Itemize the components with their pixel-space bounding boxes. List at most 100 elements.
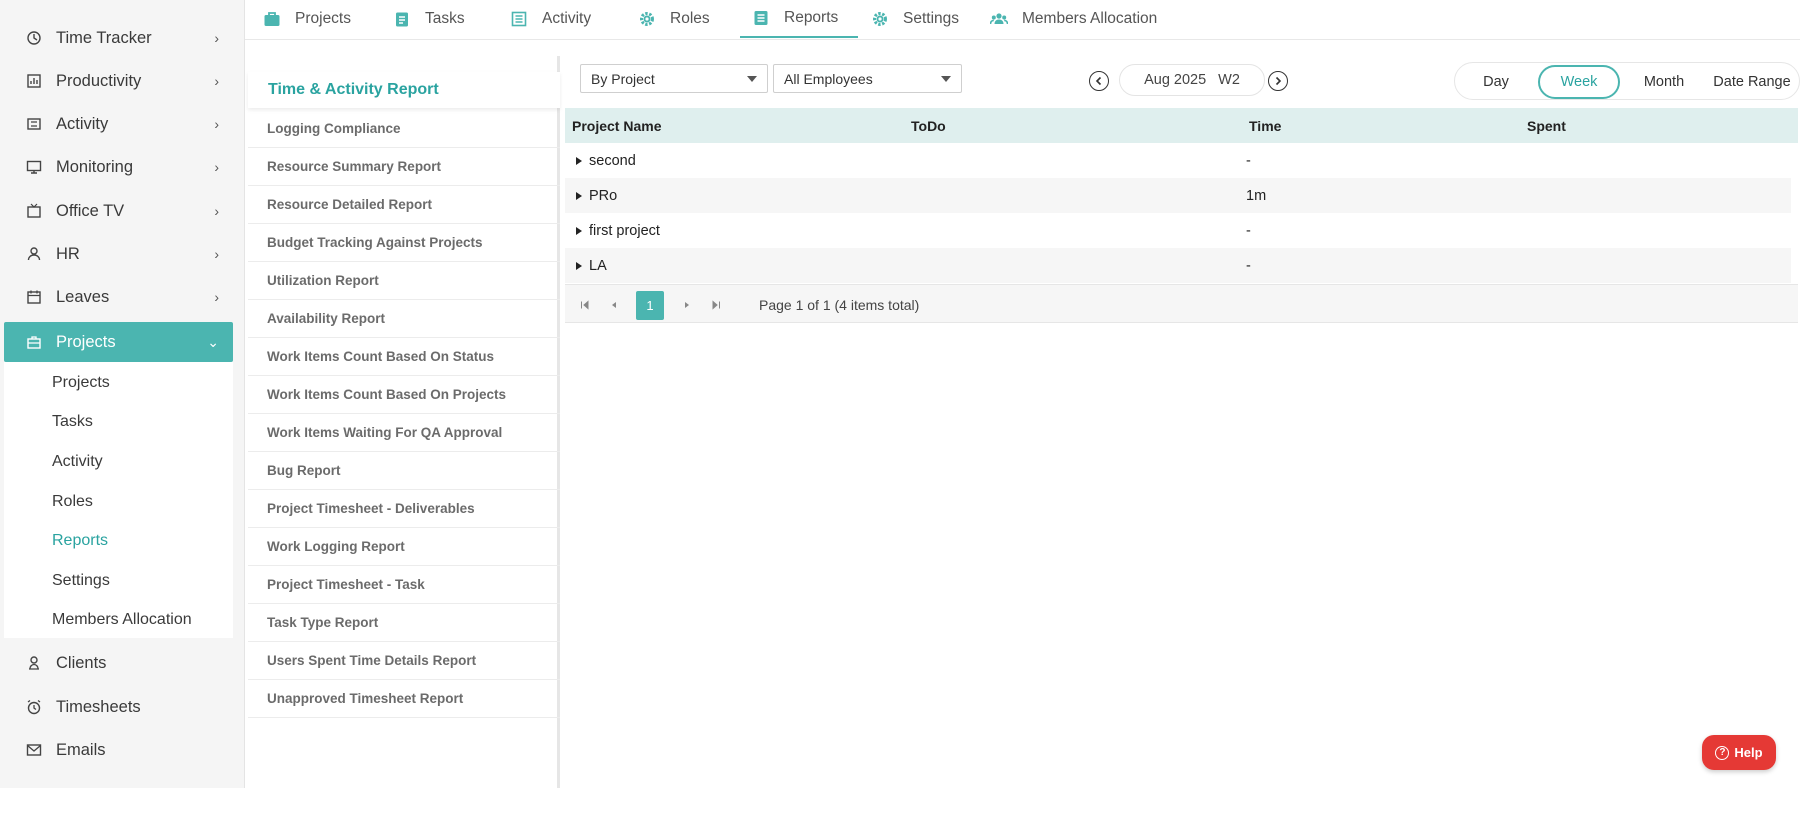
column-header-time[interactable]: Time bbox=[1249, 108, 1281, 143]
submenu-item-tasks[interactable]: Tasks bbox=[52, 413, 93, 431]
report-item-bug-report[interactable]: Bug Report bbox=[248, 452, 560, 490]
column-header-project-name[interactable]: Project Name bbox=[572, 108, 661, 143]
report-item-work-items-projects[interactable]: Work Items Count Based On Projects bbox=[248, 376, 560, 414]
project-name-cell: second bbox=[589, 152, 636, 169]
first-page-icon[interactable] bbox=[579, 299, 591, 311]
report-item-timesheet-deliverables[interactable]: Project Timesheet - Deliverables bbox=[248, 490, 560, 528]
submenu-item-activity[interactable]: Activity bbox=[52, 453, 103, 471]
expand-row-icon[interactable] bbox=[576, 192, 582, 200]
previous-page-icon[interactable] bbox=[608, 299, 620, 311]
table-row[interactable]: PRo 1m bbox=[565, 178, 1791, 213]
sidebar-item-leaves[interactable]: Leaves › bbox=[4, 277, 233, 317]
time-cell: - bbox=[1246, 152, 1251, 169]
tab-reports[interactable]: Reports bbox=[740, 0, 858, 38]
report-item-work-items-qa[interactable]: Work Items Waiting For QA Approval bbox=[248, 414, 560, 452]
tab-projects[interactable]: Projects bbox=[263, 0, 351, 38]
sidebar-item-timesheets[interactable]: Timesheets bbox=[4, 687, 233, 727]
submenu-item-members-allocation[interactable]: Members Allocation bbox=[52, 611, 192, 629]
table-row[interactable]: second - bbox=[565, 143, 1791, 178]
pager-info: Page 1 of 1 (4 items total) bbox=[759, 296, 920, 313]
tab-label: Members Allocation bbox=[1022, 10, 1158, 27]
chevron-right-icon: › bbox=[214, 73, 219, 89]
tab-roles[interactable]: Roles bbox=[638, 0, 710, 38]
sidebar-item-time-tracker[interactable]: Time Tracker › bbox=[4, 18, 233, 58]
report-item-unapproved-timesheet[interactable]: Unapproved Timesheet Report bbox=[248, 680, 560, 718]
tab-label: Roles bbox=[670, 10, 710, 27]
report-item-work-items-status[interactable]: Work Items Count Based On Status bbox=[248, 338, 560, 376]
monitor-icon bbox=[26, 159, 42, 175]
time-cell: - bbox=[1246, 257, 1251, 274]
report-item-utilization[interactable]: Utilization Report bbox=[248, 262, 560, 300]
mode-day-button[interactable]: Day bbox=[1463, 65, 1529, 99]
help-label: Help bbox=[1734, 745, 1763, 760]
report-item-budget-tracking[interactable]: Budget Tracking Against Projects bbox=[248, 224, 560, 262]
expand-row-icon[interactable] bbox=[576, 157, 582, 165]
sidebar-item-label: Time Tracker bbox=[56, 28, 152, 47]
current-page-button[interactable]: 1 bbox=[636, 291, 664, 320]
sidebar-item-label: Office TV bbox=[56, 201, 125, 220]
tab-label: Reports bbox=[784, 9, 839, 26]
group-by-select[interactable]: By Project bbox=[580, 64, 768, 93]
submenu-item-roles[interactable]: Roles bbox=[52, 493, 93, 511]
column-header-todo[interactable]: ToDo bbox=[911, 108, 946, 143]
report-item-users-spent-time[interactable]: Users Spent Time Details Report bbox=[248, 642, 560, 680]
projects-submenu: Projects Tasks Activity Roles Reports Se… bbox=[4, 362, 233, 638]
submenu-item-reports[interactable]: Reports bbox=[52, 532, 108, 550]
chevron-right-icon: › bbox=[214, 30, 219, 46]
sidebar-item-label: Activity bbox=[56, 114, 109, 133]
help-button[interactable]: ? Help bbox=[1702, 735, 1776, 770]
tv-icon bbox=[26, 203, 42, 219]
employees-select[interactable]: All Employees bbox=[773, 64, 962, 93]
sidebar-item-projects[interactable]: Projects ⌄ bbox=[4, 322, 233, 362]
table-row[interactable]: LA - bbox=[565, 248, 1791, 283]
report-item-work-logging[interactable]: Work Logging Report bbox=[248, 528, 560, 566]
next-page-icon[interactable] bbox=[681, 299, 693, 311]
report-item-logging-compliance[interactable]: Logging Compliance bbox=[248, 110, 560, 148]
mode-date-range-button[interactable]: Date Range bbox=[1707, 65, 1797, 99]
briefcase-icon bbox=[263, 10, 281, 28]
report-item-availability[interactable]: Availability Report bbox=[248, 300, 560, 338]
table-row[interactable]: first project - bbox=[565, 213, 1791, 248]
submenu-item-projects[interactable]: Projects bbox=[52, 374, 110, 392]
sidebar-item-label: Timesheets bbox=[56, 697, 141, 716]
caret-down-icon bbox=[941, 76, 951, 82]
briefcase-icon bbox=[26, 334, 42, 350]
sidebar-item-hr[interactable]: HR › bbox=[4, 234, 233, 274]
expand-row-icon[interactable] bbox=[576, 262, 582, 270]
sidebar-item-label: Leaves bbox=[56, 287, 110, 306]
timer-icon bbox=[26, 30, 42, 46]
chevron-right-icon: › bbox=[214, 289, 219, 305]
report-item-timesheet-task[interactable]: Project Timesheet - Task bbox=[248, 566, 560, 604]
mode-week-button[interactable]: Week bbox=[1538, 65, 1620, 99]
sidebar-item-office-tv[interactable]: Office TV › bbox=[4, 191, 233, 231]
sidebar-item-label: Projects bbox=[56, 332, 116, 351]
grid-header: Project Name ToDo Time Spent bbox=[565, 108, 1798, 143]
report-item-resource-summary[interactable]: Resource Summary Report bbox=[248, 148, 560, 186]
mode-month-button[interactable]: Month bbox=[1631, 65, 1697, 99]
tab-tasks[interactable]: Tasks bbox=[393, 0, 465, 38]
submenu-item-settings[interactable]: Settings bbox=[52, 572, 110, 590]
expand-row-icon[interactable] bbox=[576, 227, 582, 235]
tab-settings[interactable]: Settings bbox=[871, 0, 959, 38]
chevron-right-icon: › bbox=[214, 116, 219, 132]
last-page-icon[interactable] bbox=[710, 299, 722, 311]
tab-activity[interactable]: Activity bbox=[510, 0, 591, 38]
tab-label: Activity bbox=[542, 10, 592, 27]
report-item-resource-detailed[interactable]: Resource Detailed Report bbox=[248, 186, 560, 224]
sidebar-item-activity[interactable]: Activity › bbox=[4, 104, 233, 144]
previous-period-button[interactable] bbox=[1089, 71, 1109, 91]
next-period-button[interactable] bbox=[1268, 71, 1288, 91]
report-item-task-type[interactable]: Task Type Report bbox=[248, 604, 560, 642]
report-list-title[interactable]: Time & Activity Report bbox=[248, 72, 560, 108]
clipboard-icon bbox=[393, 10, 411, 28]
sidebar-item-monitoring[interactable]: Monitoring › bbox=[4, 147, 233, 187]
sidebar-item-productivity[interactable]: Productivity › bbox=[4, 61, 233, 101]
sidebar-item-clients[interactable]: Clients bbox=[4, 643, 233, 683]
column-header-spent[interactable]: Spent bbox=[1527, 108, 1566, 143]
tab-members-allocation[interactable]: Members Allocation bbox=[990, 0, 1157, 38]
sidebar-item-label: Emails bbox=[56, 740, 106, 759]
app-root: Time Tracker › Productivity › Activity ›… bbox=[0, 0, 1800, 814]
sidebar-item-emails[interactable]: Emails bbox=[4, 730, 233, 770]
sidebar-item-label: HR bbox=[56, 244, 80, 263]
ticket-icon bbox=[26, 116, 42, 132]
